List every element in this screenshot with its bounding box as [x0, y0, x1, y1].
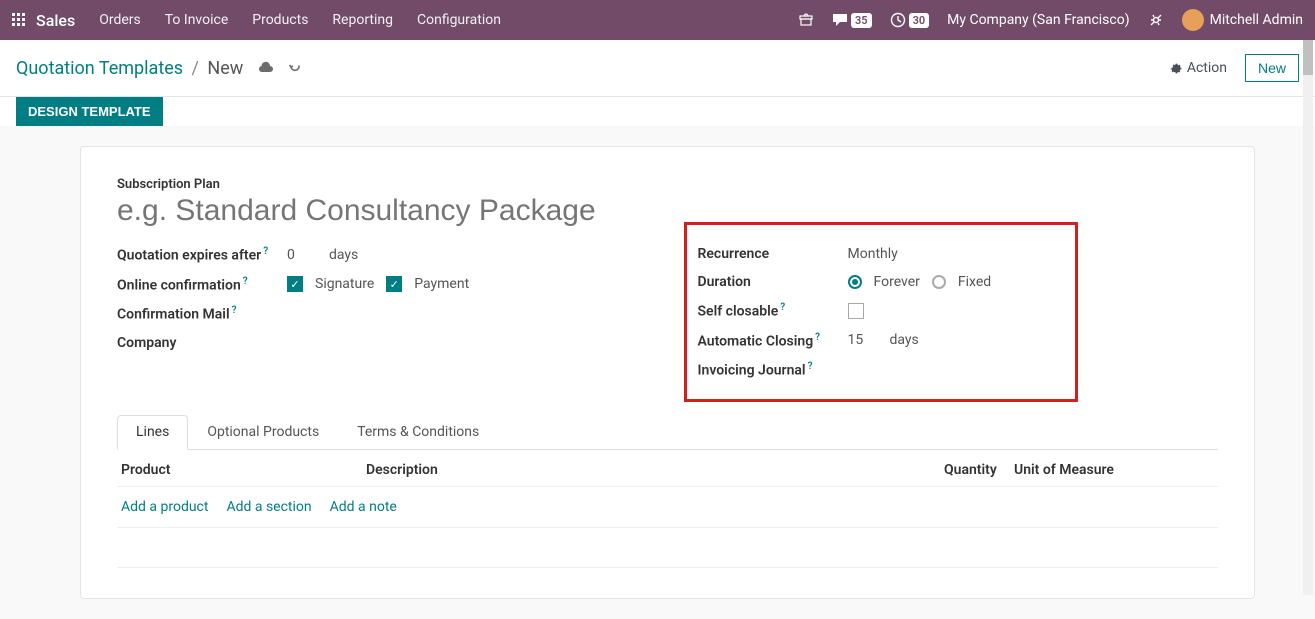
- discard-icon[interactable]: [288, 58, 302, 79]
- action-label: Action: [1187, 60, 1227, 76]
- apps-icon[interactable]: [12, 13, 26, 27]
- ribbon-row: DESIGN TEMPLATE: [0, 97, 1315, 126]
- duration-forever-label: Forever: [874, 274, 920, 290]
- add-section-link[interactable]: Add a section: [226, 499, 311, 515]
- expires-label: Quotation expires after?: [117, 246, 287, 264]
- expires-unit: days: [329, 247, 358, 263]
- tab-lines[interactable]: Lines: [117, 415, 188, 450]
- user-name: Mitchell Admin: [1210, 12, 1303, 28]
- recurrence-field[interactable]: Monthly: [848, 246, 898, 262]
- breadcrumb-parent[interactable]: Quotation Templates: [16, 58, 183, 79]
- th-uom: Unit of Measure: [1014, 462, 1214, 478]
- gift-icon[interactable]: [798, 12, 814, 28]
- top-menu: Orders To Invoice Products Reporting Con…: [99, 12, 501, 28]
- user-menu[interactable]: Mitchell Admin: [1182, 9, 1303, 31]
- online-conf-label: Online confirmation?: [117, 276, 287, 294]
- menu-configuration[interactable]: Configuration: [417, 12, 501, 28]
- table-header: Product Description Quantity Unit of Mea…: [117, 450, 1218, 487]
- recurrence-label: Recurrence: [698, 246, 848, 262]
- auto-close-unit: days: [890, 332, 919, 348]
- app-brand[interactable]: Sales: [36, 11, 75, 30]
- table-actions: Add a product Add a section Add a note: [117, 487, 1218, 528]
- breadcrumb: Quotation Templates / New: [16, 58, 302, 79]
- self-closable-checkbox[interactable]: [848, 303, 864, 319]
- help-icon[interactable]: ?: [780, 302, 785, 313]
- content: Subscription Plan Quotation expires afte…: [0, 126, 1315, 619]
- duration-fixed-label: Fixed: [958, 274, 991, 290]
- empty-row: [117, 528, 1218, 568]
- menu-products[interactable]: Products: [252, 12, 308, 28]
- th-quantity: Quantity: [944, 462, 1004, 478]
- help-icon[interactable]: ?: [808, 361, 813, 372]
- activities-icon[interactable]: 30: [890, 12, 930, 28]
- self-closable-label: Self closable?: [698, 302, 848, 320]
- duration-label: Duration: [698, 274, 848, 290]
- menu-orders[interactable]: Orders: [99, 12, 141, 28]
- avatar: [1182, 9, 1204, 31]
- company-switcher[interactable]: My Company (San Francisco): [947, 12, 1129, 28]
- duration-fixed-radio[interactable]: [932, 275, 946, 289]
- help-icon[interactable]: ?: [243, 276, 248, 287]
- signature-checkbox[interactable]: ✓: [287, 276, 303, 292]
- menu-to-invoice[interactable]: To Invoice: [165, 12, 229, 28]
- th-product: Product: [121, 462, 366, 478]
- messages-badge: 35: [851, 13, 872, 28]
- tab-terms[interactable]: Terms & Conditions: [338, 415, 498, 449]
- template-name-input[interactable]: [117, 194, 1218, 228]
- add-product-link[interactable]: Add a product: [121, 499, 208, 515]
- company-label: Company: [117, 335, 287, 351]
- help-icon[interactable]: ?: [263, 246, 268, 257]
- action-bar: Quotation Templates / New Action New: [0, 40, 1315, 97]
- help-icon[interactable]: ?: [232, 305, 237, 316]
- conf-mail-label: Confirmation Mail?: [117, 305, 287, 323]
- payment-checkbox[interactable]: ✓: [386, 276, 402, 292]
- add-note-link[interactable]: Add a note: [330, 499, 397, 515]
- section-label: Subscription Plan: [117, 177, 1218, 192]
- help-icon[interactable]: ?: [815, 332, 820, 343]
- activities-badge: 30: [909, 13, 930, 28]
- auto-close-label: Automatic Closing?: [698, 332, 848, 350]
- scrollbar-thumb[interactable]: [1303, 40, 1313, 75]
- menu-reporting[interactable]: Reporting: [332, 12, 393, 28]
- scrollbar-track[interactable]: [1303, 40, 1313, 595]
- design-template-button[interactable]: DESIGN TEMPLATE: [16, 97, 163, 126]
- expires-value[interactable]: 0: [287, 247, 317, 263]
- payment-label: Payment: [414, 276, 469, 292]
- topbar: Sales Orders To Invoice Products Reporti…: [0, 0, 1315, 40]
- left-column: Quotation expires after? 0 days Online c…: [117, 246, 638, 391]
- tabs: Lines Optional Products Terms & Conditio…: [117, 415, 1218, 450]
- new-button[interactable]: New: [1245, 54, 1299, 82]
- signature-label: Signature: [315, 276, 374, 292]
- auto-close-value[interactable]: 15: [848, 332, 878, 348]
- invoicing-journal-label: Invoicing Journal?: [698, 361, 848, 379]
- breadcrumb-current: New: [207, 58, 243, 79]
- messages-icon[interactable]: 35: [832, 13, 872, 28]
- action-menu[interactable]: Action: [1170, 60, 1227, 76]
- right-column: Recurrence Monthly Duration Forever Fixe…: [698, 246, 1219, 391]
- th-description: Description: [366, 462, 646, 478]
- duration-forever-radio[interactable]: [848, 275, 862, 289]
- tab-optional-products[interactable]: Optional Products: [188, 415, 338, 449]
- debug-icon[interactable]: [1148, 12, 1164, 28]
- form-sheet: Subscription Plan Quotation expires afte…: [80, 146, 1255, 599]
- breadcrumb-sep: /: [192, 58, 199, 79]
- cloud-save-icon[interactable]: [258, 58, 274, 79]
